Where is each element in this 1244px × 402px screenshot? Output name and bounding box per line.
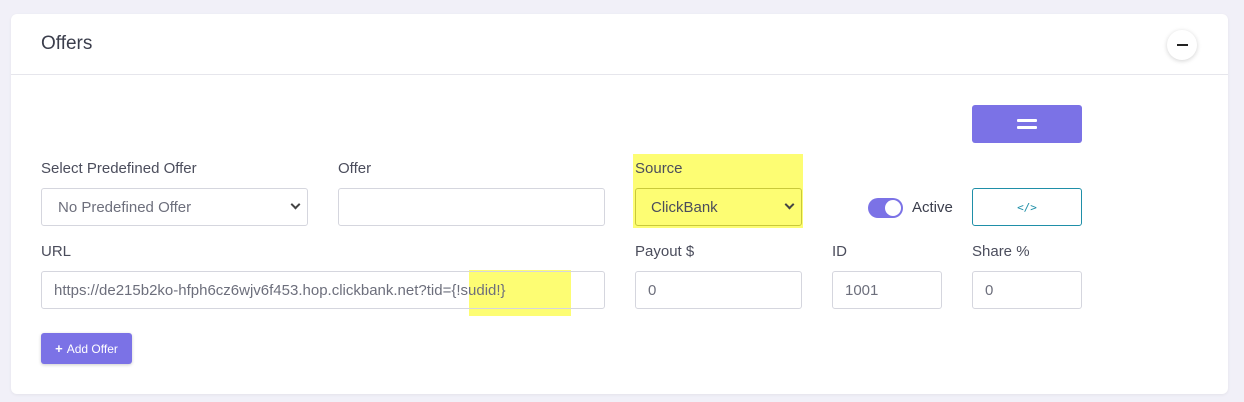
source-value: ClickBank — [651, 198, 718, 216]
minus-icon — [1176, 44, 1188, 46]
code-icon: </> — [1017, 200, 1037, 214]
url-value: https://de215b2ko-hfph6cz6wjv6f453.hop.c… — [54, 281, 506, 299]
predefined-offer-value: No Predefined Offer — [58, 198, 192, 216]
equals-icon — [1017, 119, 1037, 122]
source-label: Source — [635, 160, 683, 177]
card-header: Offers — [11, 14, 1228, 75]
share-label: Share % — [972, 243, 1030, 260]
id-label: ID — [832, 243, 847, 260]
chevron-down-icon — [784, 199, 795, 210]
offer-input[interactable] — [338, 188, 605, 226]
url-label: URL — [41, 243, 72, 260]
payout-input[interactable]: 0 — [635, 271, 802, 309]
share-input[interactable]: 0 — [972, 271, 1082, 309]
toggle-knob — [885, 200, 901, 216]
source-select[interactable]: ClickBank — [635, 188, 802, 226]
payout-label: Payout $ — [635, 243, 695, 260]
predefined-label: Select Predefined Offer — [41, 160, 197, 177]
code-button[interactable]: </> — [972, 188, 1082, 226]
offer-label: Offer — [338, 160, 372, 177]
active-toggle[interactable] — [868, 198, 903, 218]
chevron-down-icon — [290, 199, 301, 210]
predefined-offer-select[interactable]: No Predefined Offer — [41, 188, 308, 226]
add-offer-button[interactable]: + Add Offer — [41, 333, 132, 364]
card-title: Offers — [41, 33, 93, 54]
plus-icon: + — [55, 341, 63, 356]
offers-card: Offers Select Predefined Offer No Predef… — [11, 14, 1228, 394]
menu-button[interactable] — [972, 105, 1082, 143]
collapse-button[interactable] — [1167, 30, 1197, 60]
id-input[interactable]: 1001 — [832, 271, 942, 309]
url-input[interactable]: https://de215b2ko-hfph6cz6wjv6f453.hop.c… — [41, 271, 605, 309]
active-label: Active — [912, 199, 953, 216]
add-offer-label: Add Offer — [66, 341, 118, 356]
